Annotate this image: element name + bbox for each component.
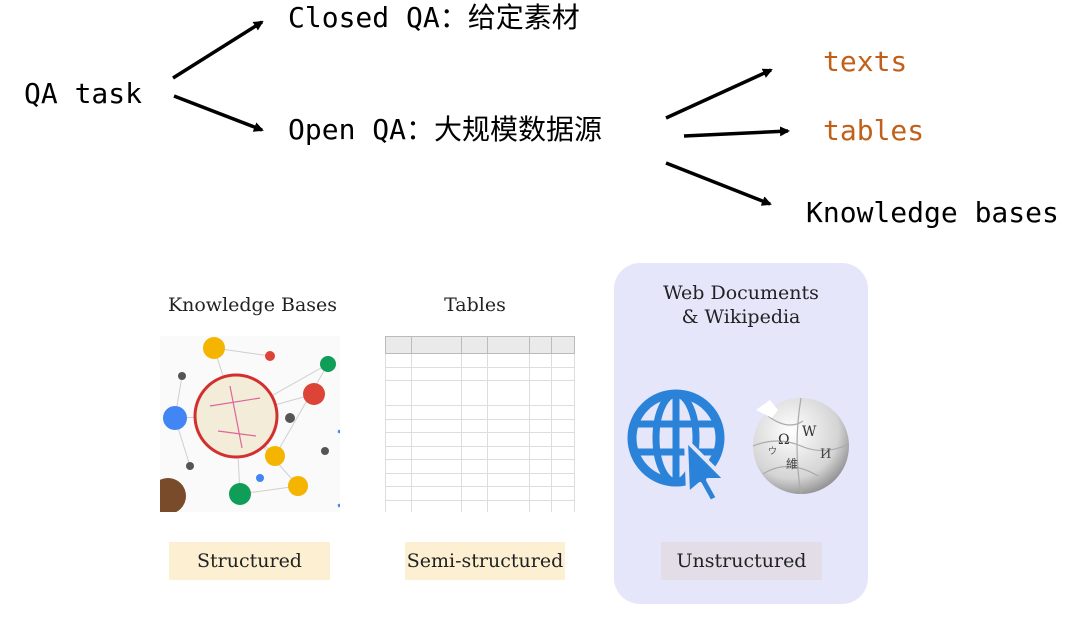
table-screenshot-image bbox=[385, 336, 575, 512]
web-title-line2: & Wikipedia bbox=[681, 306, 801, 328]
semi-structured-badge: Semi-structured bbox=[405, 542, 565, 580]
svg-text:И: И bbox=[820, 447, 831, 462]
closed-qa-label: Closed QA：给定素材 bbox=[288, 1, 580, 34]
arrow-to-open-qa bbox=[173, 94, 264, 132]
source-tables: tables bbox=[823, 114, 925, 147]
svg-text:Ω: Ω bbox=[778, 432, 790, 448]
open-qa-label: Open QA：大规模数据源 bbox=[288, 113, 603, 146]
tables-title: Tables bbox=[444, 294, 506, 316]
arrow-to-knowledge-bases bbox=[665, 161, 772, 206]
qa-task-label: QA task bbox=[24, 77, 143, 110]
source-texts: texts bbox=[823, 45, 908, 78]
knowledge-graph-image bbox=[160, 336, 340, 512]
web-globe-cursor-icon bbox=[627, 389, 728, 503]
wikipedia-globe-icon: Ω W И 維 ウ bbox=[752, 397, 850, 495]
source-knowledge-bases: Knowledge bases bbox=[806, 196, 1059, 229]
web-title-line1: Web Documents bbox=[663, 282, 819, 304]
arrow-to-tables bbox=[683, 126, 790, 138]
arrow-to-closed-qa bbox=[172, 20, 264, 80]
svg-text:ウ: ウ bbox=[768, 446, 777, 457]
arrow-to-texts bbox=[665, 68, 773, 120]
kb-title: Knowledge Bases bbox=[167, 294, 338, 316]
svg-text:W: W bbox=[802, 424, 817, 440]
unstructured-badge: Unstructured bbox=[661, 542, 822, 580]
structured-badge: Structured bbox=[169, 542, 330, 580]
svg-text:維: 維 bbox=[786, 457, 798, 471]
